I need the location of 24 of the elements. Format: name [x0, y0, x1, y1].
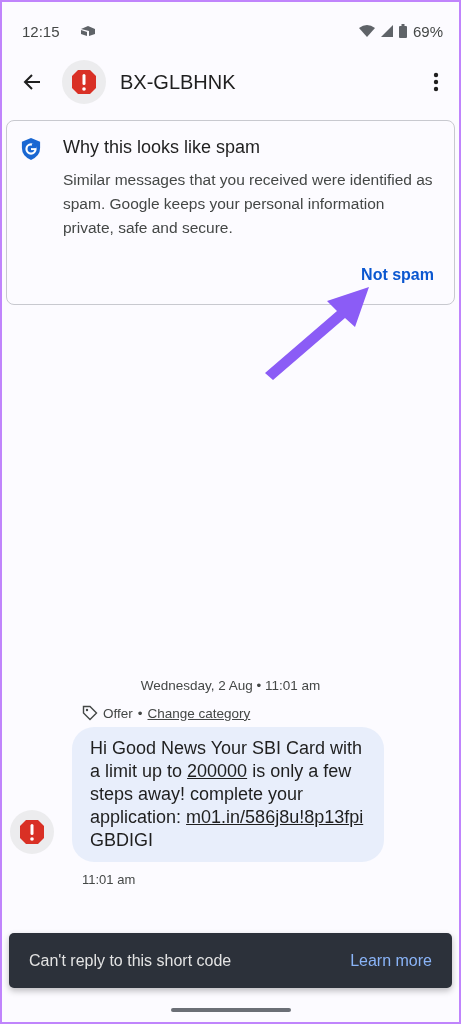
message-time: 11:01 am	[82, 872, 137, 887]
battery-percent: 69%	[412, 22, 443, 40]
snackbar-message: Can't reply to this short code	[29, 951, 232, 970]
message-bubble: Hi Good News Your SBI Card with a limit up to 200000 is only a few steps away! complete your application: m01.in/586j8u!8p13fpi GBDIGI	[72, 727, 384, 862]
conversation-title: BX-GLBHNK	[120, 70, 236, 94]
more-options-icon[interactable]	[433, 72, 439, 92]
notification-icon	[79, 25, 96, 37]
card-description: Similar messages that you received were identified as spam. Google keeps your personal information private, safe and secure.	[63, 170, 434, 238]
shield-icon	[21, 137, 41, 161]
date-header: Wednesday, 2 Aug • 11:01 am	[139, 678, 322, 693]
warning-avatar-icon	[62, 60, 106, 104]
separator-dot: •	[137, 705, 143, 721]
not-spam-button[interactable]: Not spam	[361, 262, 434, 288]
tag-icon	[82, 705, 98, 721]
back-icon[interactable]	[22, 72, 42, 92]
warning-avatar-icon	[10, 810, 54, 854]
signal-icon	[380, 25, 393, 37]
status-time: 12:15	[22, 22, 60, 40]
wifi-icon	[358, 25, 375, 37]
change-category-link[interactable]: Change category	[147, 705, 251, 721]
category-label: Offer	[103, 705, 133, 721]
card-title: Why this looks like spam	[63, 137, 262, 158]
battery-icon	[398, 24, 407, 38]
learn-more-button[interactable]: Learn more	[350, 947, 432, 974]
